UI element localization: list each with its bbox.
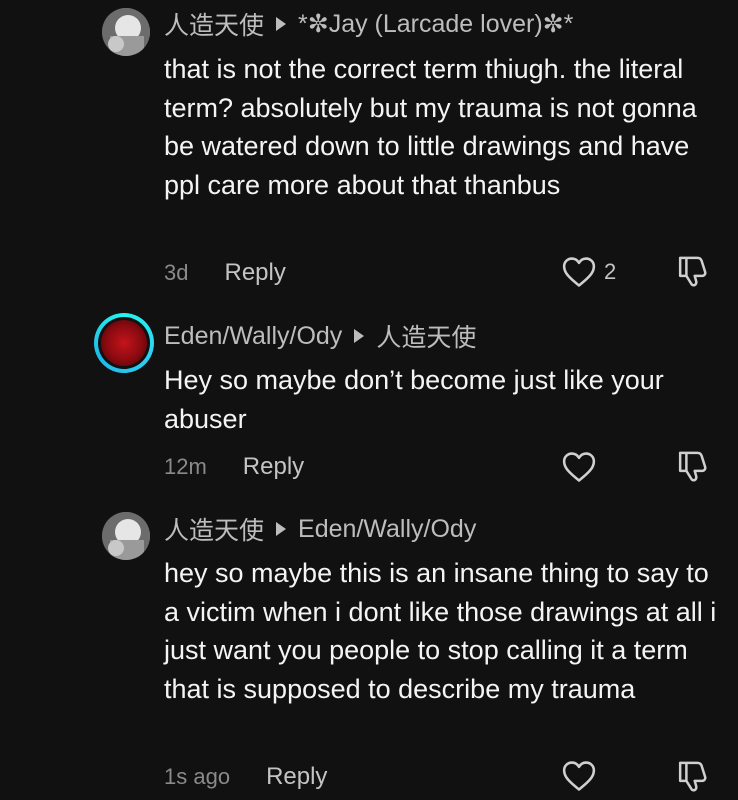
comment-header: 人造天使 *✼Jay (Larcade lover)✼* <box>164 8 573 40</box>
avatar[interactable] <box>94 313 154 373</box>
comment-author[interactable]: 人造天使 <box>164 6 264 42</box>
comment-timestamp: 12m <box>164 454 207 479</box>
comment-timestamp: 1s ago <box>164 764 231 789</box>
avatar[interactable] <box>102 512 150 560</box>
heart-outline-icon <box>562 760 596 792</box>
thumbs-down-outline-icon <box>676 254 712 288</box>
thumbs-down-outline-icon <box>676 449 712 483</box>
heart-outline-icon <box>562 256 596 288</box>
like-button[interactable] <box>562 450 596 484</box>
comment-text: hey so maybe this is an insane thing to … <box>164 558 717 704</box>
avatar-image <box>101 320 147 366</box>
reply-button[interactable]: Reply <box>266 763 327 791</box>
triangle-right-icon <box>276 17 287 31</box>
dislike-button[interactable] <box>676 759 712 793</box>
avatar[interactable] <box>102 8 150 56</box>
thumbs-down-outline-icon <box>676 759 712 793</box>
comment-text: Hey so maybe don’t become just like your… <box>164 365 664 434</box>
comment-meta: 12m Reply <box>164 450 304 484</box>
like-button[interactable]: 2 <box>562 255 616 289</box>
comment-timestamp: 3d <box>164 260 189 285</box>
like-count: 2 <box>604 259 617 284</box>
reply-button[interactable]: Reply <box>224 259 285 287</box>
comment-text: that is not the correct term thiugh. the… <box>164 54 697 200</box>
triangle-right-icon <box>354 329 365 343</box>
heart-outline-icon <box>562 451 596 483</box>
reply-to-user[interactable]: 人造天使 <box>376 318 476 354</box>
comment-meta: 1s ago Reply <box>164 760 327 794</box>
comment-author[interactable]: Eden/Wally/Ody <box>164 322 342 351</box>
reply-to-user[interactable]: *✼Jay (Larcade lover)✼* <box>298 9 573 39</box>
comment-meta: 3d Reply <box>164 256 286 290</box>
dislike-button[interactable] <box>676 254 712 288</box>
triangle-right-icon <box>276 522 287 536</box>
comment-author[interactable]: 人造天使 <box>164 511 264 547</box>
comment-header: Eden/Wally/Ody 人造天使 <box>164 318 476 354</box>
comment-header: 人造天使 Eden/Wally/Ody <box>164 511 476 547</box>
dislike-button[interactable] <box>676 449 712 483</box>
like-button[interactable] <box>562 759 596 793</box>
reply-to-user[interactable]: Eden/Wally/Ody <box>298 515 476 544</box>
reply-button[interactable]: Reply <box>243 453 304 481</box>
